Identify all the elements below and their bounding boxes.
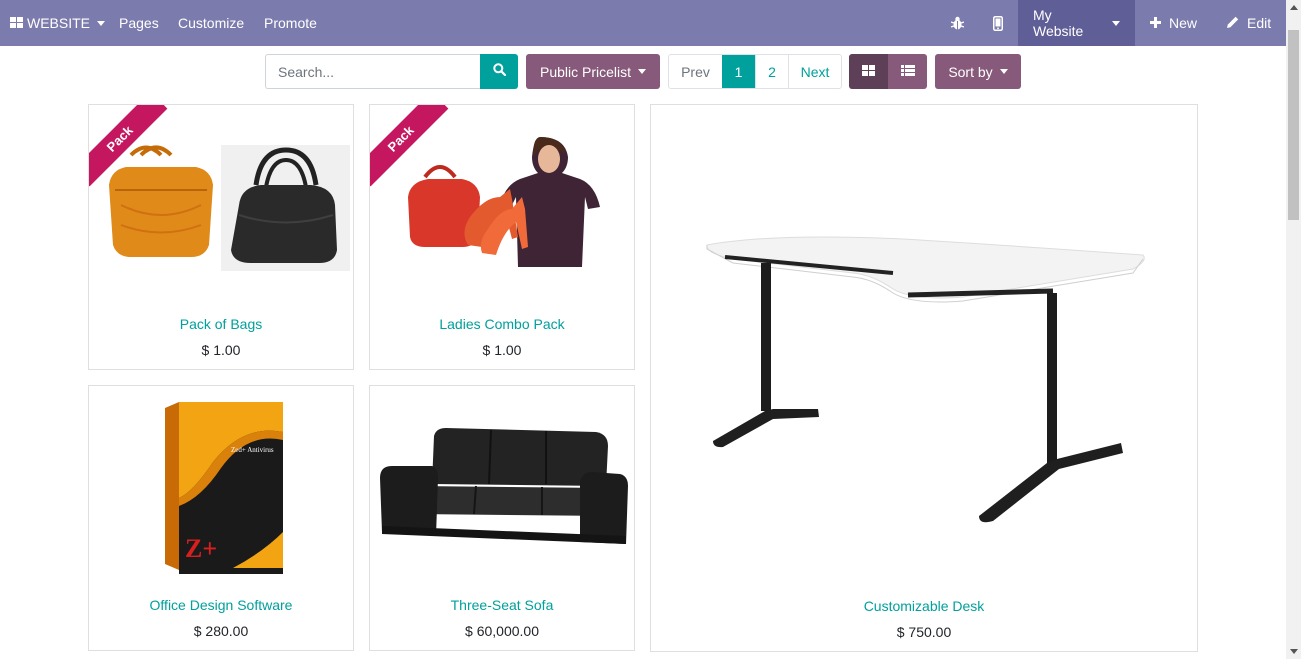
product-image — [703, 233, 1149, 528]
new-button[interactable]: New — [1150, 0, 1197, 46]
product-card[interactable]: Pack Pack of Bags $ 1.00 — [88, 104, 354, 370]
product-name[interactable]: Ladies Combo Pack — [370, 316, 634, 332]
product-price: $ 280.00 — [193, 623, 249, 639]
mobile-preview-icon[interactable] — [993, 0, 1003, 46]
product-name[interactable]: Pack of Bags — [89, 316, 353, 332]
grid-view-toggle[interactable] — [849, 54, 888, 89]
plus-icon — [1150, 15, 1161, 31]
pager-prev[interactable]: Prev — [669, 55, 722, 88]
list-view-icon — [900, 63, 915, 81]
product-price: $ 750.00 — [896, 624, 952, 640]
search-button[interactable] — [480, 54, 518, 89]
product-price: $ 1.00 — [201, 342, 241, 358]
product-name[interactable]: Office Design Software — [89, 597, 353, 613]
pricelist-label: Public Pricelist — [539, 63, 632, 80]
edit-label: Edit — [1247, 15, 1272, 31]
website-app-label: WEBSITE — [27, 15, 91, 31]
scrollbar-thumb[interactable] — [1288, 30, 1299, 220]
edit-button[interactable]: Edit — [1227, 0, 1271, 46]
scroll-down-arrow-icon[interactable] — [1286, 644, 1301, 659]
chevron-down-icon — [999, 69, 1008, 74]
list-view-toggle[interactable] — [888, 54, 927, 89]
product-image — [376, 426, 630, 551]
my-website-dropdown[interactable]: My Website — [1018, 0, 1135, 46]
website-app-menu[interactable]: WEBSITE — [10, 0, 106, 46]
product-card[interactable]: Three-Seat Sofa $ 60,000.00 — [369, 385, 635, 651]
pager-next[interactable]: Next — [788, 55, 841, 88]
pencil-icon — [1227, 15, 1239, 31]
scroll-up-arrow-icon[interactable] — [1286, 0, 1301, 15]
product-image: Zed+ Antivirus Z+ — [163, 402, 287, 574]
sort-by-dropdown[interactable]: Sort by — [935, 54, 1021, 89]
product-card[interactable]: Pack Ladies Combo Pack $ 1.00 — [369, 104, 635, 370]
software-box-logo: Z+ — [185, 534, 218, 563]
product-price: $ 1.00 — [482, 342, 522, 358]
pagination: Prev 1 2 Next — [668, 54, 842, 89]
apps-grid-icon — [10, 15, 23, 31]
debug-bug-icon[interactable] — [951, 0, 964, 46]
new-label: New — [1169, 15, 1198, 31]
menu-pages[interactable]: Pages — [119, 0, 159, 46]
product-card[interactable]: Zed+ Antivirus Z+ Office Design Software… — [88, 385, 354, 651]
menu-customize[interactable]: Customize — [178, 0, 244, 46]
product-price: $ 60,000.00 — [465, 623, 539, 639]
pager-page-2[interactable]: 2 — [755, 55, 788, 88]
chevron-down-icon — [638, 69, 647, 74]
product-name[interactable]: Customizable Desk — [651, 598, 1197, 614]
page-scrollbar[interactable] — [1286, 0, 1301, 659]
product-card[interactable]: Customizable Desk $ 750.00 — [650, 104, 1198, 652]
pricelist-dropdown[interactable]: Public Pricelist — [526, 54, 660, 89]
website-editor-navbar: WEBSITE Pages Customize Promote My Websi… — [0, 0, 1286, 46]
grid-view-icon — [862, 63, 875, 81]
menu-promote[interactable]: Promote — [264, 0, 317, 46]
product-name[interactable]: Three-Seat Sofa — [370, 597, 634, 613]
chevron-down-icon — [1112, 20, 1120, 26]
my-website-label: My Website — [1033, 7, 1084, 39]
search-icon — [492, 62, 506, 81]
software-box-title: Zed+ Antivirus — [231, 446, 274, 454]
pager-page-1[interactable]: 1 — [722, 55, 755, 88]
sort-by-label: Sort by — [948, 63, 993, 80]
product-image — [400, 137, 610, 269]
chevron-down-icon — [97, 20, 106, 26]
product-image — [101, 145, 351, 275]
search-input[interactable] — [265, 54, 480, 89]
